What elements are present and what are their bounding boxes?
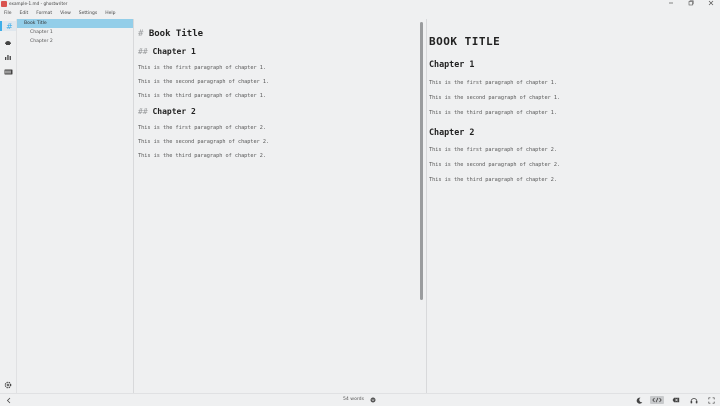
- preview-paragraph: This is the first paragraph of chapter 2…: [429, 147, 558, 153]
- editor-paragraph: This is the second paragraph of chapter …: [138, 79, 270, 85]
- toggle-sidebar-icon[interactable]: [5, 396, 13, 404]
- distraction-free-icon[interactable]: [689, 396, 699, 404]
- session-statistics-icon[interactable]: [3, 37, 13, 47]
- editor-paragraph: This is the third paragraph of chapter 1…: [138, 93, 267, 99]
- window-controls: [668, 0, 714, 9]
- menu-settings[interactable]: Settings: [75, 9, 101, 19]
- menu-file[interactable]: File: [0, 9, 16, 19]
- editor-paragraph: This is the first paragraph of chapter 2…: [138, 125, 267, 131]
- heading-2-marker: ##: [138, 107, 148, 116]
- editor-heading-chapter-2: ## Chapter 2: [138, 107, 196, 116]
- app-logo-icon: [1, 1, 7, 7]
- minimize-icon[interactable]: [668, 0, 674, 9]
- editor-heading-1: # Book Title: [138, 29, 203, 39]
- settings-icon[interactable]: [3, 380, 13, 390]
- preview-heading-chapter-1: Chapter 1: [429, 59, 475, 69]
- word-count: 54 words: [343, 397, 364, 402]
- heading-1-marker: #: [138, 29, 144, 39]
- preview-heading-1: BOOK TITLE: [429, 35, 501, 48]
- outline-item-book-title[interactable]: Book Title: [17, 19, 133, 28]
- title-bar: example-1.md - ghostwriter: [0, 0, 720, 9]
- markdown-editor[interactable]: # Book Title ## Chapter 1 This is the fi…: [134, 19, 420, 393]
- preview-paragraph: This is the third paragraph of chapter 1…: [429, 110, 558, 116]
- close-icon[interactable]: [708, 0, 714, 9]
- hemingway-mode-icon[interactable]: [671, 396, 681, 404]
- preview-paragraph: This is the third paragraph of chapter 2…: [429, 177, 558, 183]
- editor-heading-chapter-1: ## Chapter 1: [138, 47, 196, 56]
- menu-help[interactable]: Help: [101, 9, 119, 19]
- outline-icon[interactable]: #: [0, 21, 16, 31]
- word-count-menu-icon[interactable]: [369, 396, 377, 404]
- cheat-sheet-icon[interactable]: [3, 67, 13, 77]
- editor-paragraph: This is the second paragraph of chapter …: [138, 139, 270, 145]
- html-preview-icon[interactable]: [650, 396, 664, 404]
- preview-paragraph: This is the second paragraph of chapter …: [429, 162, 561, 168]
- activity-bar: #: [0, 19, 17, 393]
- maximize-icon[interactable]: [688, 0, 694, 9]
- editor-paragraph: This is the first paragraph of chapter 1…: [138, 65, 267, 71]
- menu-edit[interactable]: Edit: [16, 9, 33, 19]
- editor-scrollbar[interactable]: [420, 22, 423, 300]
- outline-item-chapter-1[interactable]: Chapter 1: [17, 28, 133, 37]
- fullscreen-icon[interactable]: [707, 396, 715, 404]
- menu-format[interactable]: Format: [32, 9, 56, 19]
- editor-heading-1-text: Book Title: [148, 29, 204, 39]
- menu-view[interactable]: View: [56, 9, 75, 19]
- editor-heading-chapter-1-text: Chapter 1: [152, 47, 196, 56]
- svg-text:#: #: [6, 22, 13, 30]
- editor-paragraph: This is the third paragraph of chapter 2…: [138, 153, 267, 159]
- html-preview-pane: BOOK TITLE Chapter 1 This is the first p…: [427, 19, 720, 393]
- menu-bar: File Edit Format View Settings Help: [0, 9, 720, 19]
- preview-paragraph: This is the first paragraph of chapter 1…: [429, 80, 558, 86]
- heading-2-marker: ##: [138, 47, 148, 56]
- editor-heading-chapter-2-text: Chapter 2: [152, 107, 196, 116]
- status-bar: 54 words: [0, 393, 720, 406]
- outline-item-chapter-2[interactable]: Chapter 2: [17, 37, 133, 46]
- outline-sidebar: Book Title Chapter 1 Chapter 2: [17, 19, 134, 393]
- dark-mode-icon[interactable]: [635, 396, 643, 404]
- preview-paragraph: This is the second paragraph of chapter …: [429, 95, 561, 101]
- document-statistics-icon[interactable]: [3, 52, 13, 62]
- window-title: example-1.md - ghostwriter: [9, 1, 68, 6]
- preview-heading-chapter-2: Chapter 2: [429, 127, 475, 137]
